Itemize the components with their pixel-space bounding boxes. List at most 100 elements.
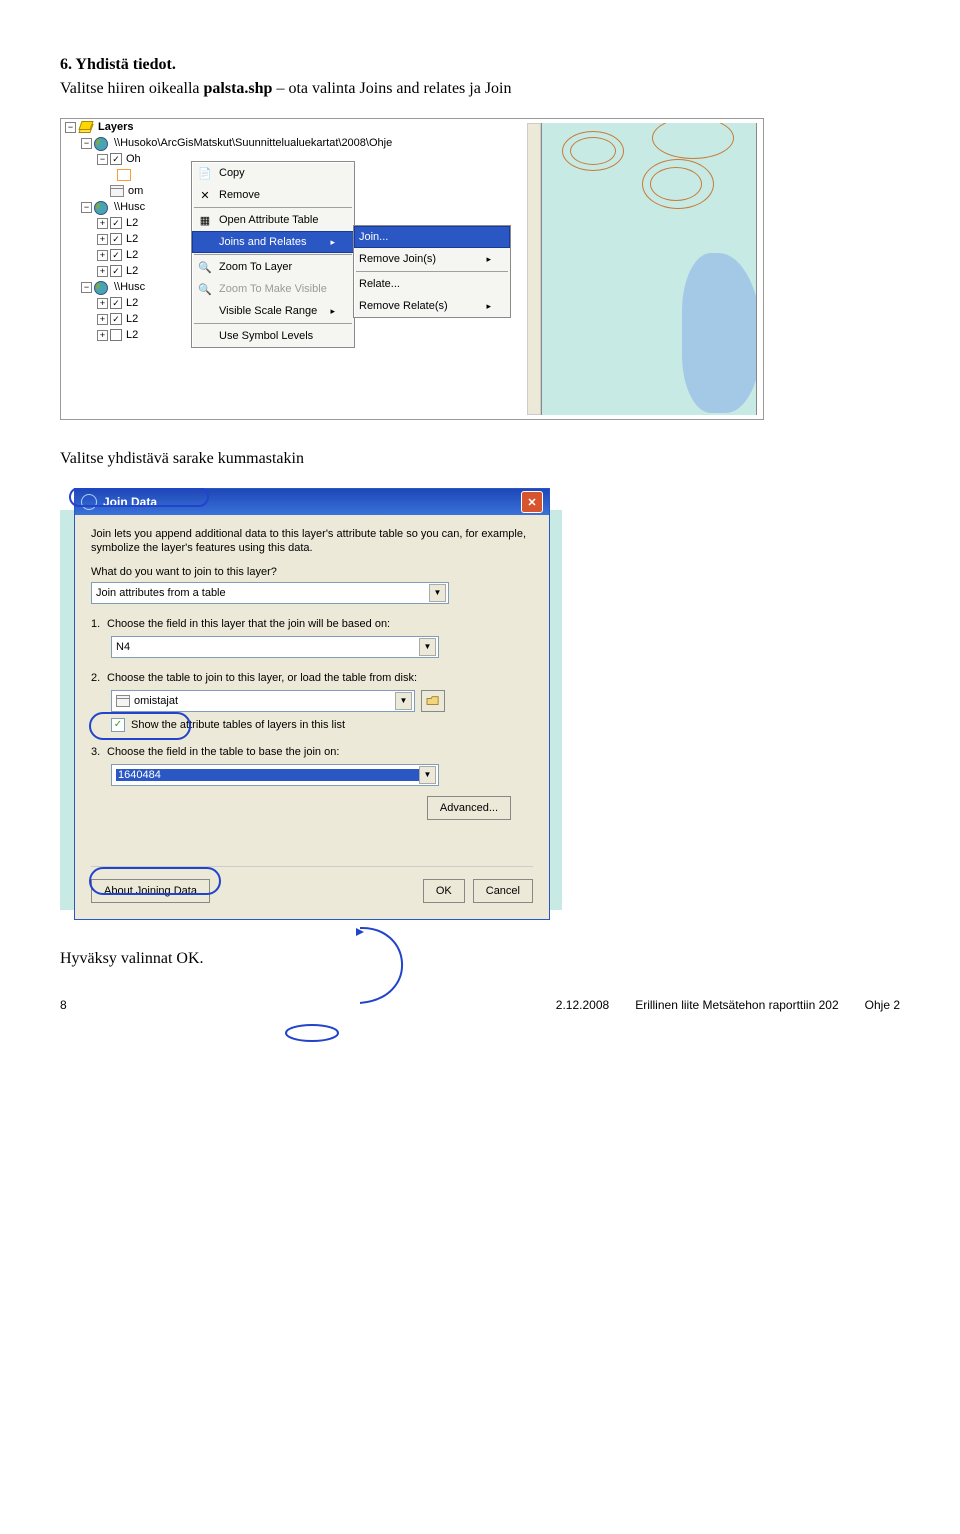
chevron-down-icon[interactable]: ▼ [395, 692, 412, 710]
submenu-item-remove-relate[interactable]: Remove Relate(s) [354, 295, 510, 317]
toc-l2-label: L2 [124, 329, 138, 341]
expand-icon[interactable] [97, 154, 108, 165]
combo-value: Join attributes from a table [96, 587, 429, 599]
context-menu: 📄 Copy ✕Remove ▦Open Attribute Table Join… [191, 161, 355, 348]
submenu-item-join[interactable]: Join... [354, 226, 510, 248]
menu-separator [194, 254, 352, 255]
approve-paragraph: Hyväksy valinnat OK. [60, 950, 900, 968]
footer-guide: Ohje 2 [865, 998, 900, 1012]
checkbox-icon[interactable] [110, 153, 122, 165]
expand-icon[interactable] [97, 234, 108, 245]
expand-icon[interactable] [97, 266, 108, 277]
join-dialog: Join Data ✕ Join lets you append additio… [74, 488, 550, 920]
menu-label: Open Attribute Table [219, 214, 318, 226]
checkbox-icon[interactable] [110, 217, 122, 229]
intro-text-1: Valitse hiiren oikealla [60, 80, 204, 97]
combo-value: 1640484 [116, 769, 419, 781]
table-icon [110, 185, 124, 197]
symbol-swatch-icon [117, 169, 131, 181]
checkbox-icon[interactable] [110, 233, 122, 245]
zoom-layer-icon: 🔍 [197, 259, 213, 275]
menu-label: Relate... [359, 278, 400, 290]
footer-date: 2.12.2008 [556, 998, 609, 1012]
show-attr-label: Show the attribute tables of layers in t… [131, 719, 345, 731]
toc-layers-root[interactable]: Layers [61, 119, 523, 135]
menu-label: Use Symbol Levels [219, 330, 313, 342]
about-joining-button[interactable]: About Joining Data [91, 879, 210, 903]
checkbox-icon[interactable] [110, 329, 122, 341]
toc-group-1[interactable]: \\Husoko\ArcGisMatskut\Suunnittelualueka… [61, 135, 523, 151]
menu-separator [356, 271, 508, 272]
chevron-down-icon[interactable]: ▼ [419, 766, 436, 784]
menu-item-joins-relates[interactable]: Joins and Relates [192, 231, 354, 253]
menu-item-scale-range[interactable]: Visible Scale Range [192, 300, 354, 322]
join-dialog-screenshot: Join Data ✕ Join lets you append additio… [60, 488, 900, 920]
menu-item-zoom-layer[interactable]: 🔍Zoom To Layer [192, 256, 354, 278]
advanced-button[interactable]: Advanced... [427, 796, 511, 820]
toc-group-1-label: \\Husoko\ArcGisMatskut\Suunnittelualueka… [112, 137, 392, 149]
toc-layer-label: Oh [124, 153, 141, 165]
globe-icon [94, 200, 110, 214]
toc-l2-label: L2 [124, 297, 138, 309]
checkbox-icon[interactable] [110, 313, 122, 325]
chevron-down-icon[interactable]: ▼ [419, 638, 436, 656]
globe-icon [94, 280, 110, 294]
menu-label: Copy [219, 167, 245, 179]
map-preview [527, 119, 763, 419]
copy-icon: 📄 [197, 165, 213, 181]
toc-group-2-label: \\Husc [112, 201, 145, 213]
field-3-combo[interactable]: 1640484 ▼ [111, 764, 439, 786]
step-1: 1.Choose the field in this layer that th… [91, 618, 533, 658]
checkbox-icon[interactable] [110, 265, 122, 277]
table-combo[interactable]: omistajat ▼ [111, 690, 415, 712]
expand-icon[interactable] [97, 250, 108, 261]
field-1-combo[interactable]: N4 ▼ [111, 636, 439, 658]
menu-label: Remove Relate(s) [359, 300, 448, 312]
checkbox-icon[interactable] [110, 249, 122, 261]
menu-separator [194, 207, 352, 208]
open-folder-icon [426, 695, 440, 707]
toc-table-label: om [126, 185, 143, 197]
expand-icon[interactable] [97, 330, 108, 341]
mid-paragraph: Valitse yhdistävä sarake kummastakin [60, 450, 900, 468]
menu-separator [194, 323, 352, 324]
expand-icon[interactable] [81, 282, 92, 293]
menu-item-open-attribute[interactable]: ▦Open Attribute Table [192, 209, 354, 231]
expand-icon[interactable] [97, 218, 108, 229]
menu-label: Remove Join(s) [359, 253, 436, 265]
dialog-icon [81, 494, 97, 510]
globe-icon [94, 136, 110, 150]
expand-icon[interactable] [97, 298, 108, 309]
checkbox-icon[interactable] [110, 297, 122, 309]
expand-icon[interactable] [97, 314, 108, 325]
step-1-text: Choose the field in this layer that the … [107, 618, 390, 630]
expand-icon[interactable] [65, 122, 76, 133]
expand-icon[interactable] [81, 138, 92, 149]
submenu-item-remove-join[interactable]: Remove Join(s) [354, 248, 510, 270]
toc-l2-label: L2 [124, 265, 138, 277]
menu-item-copy[interactable]: 📄 Copy [192, 162, 354, 184]
menu-label: Zoom To Make Visible [219, 283, 327, 295]
scrollbar[interactable] [527, 123, 541, 415]
step-2-text: Choose the table to join to this layer, … [107, 672, 417, 684]
toc-l2-label: L2 [124, 313, 138, 325]
show-attr-checkbox[interactable] [111, 718, 125, 732]
page-number: 8 [60, 998, 67, 1012]
expand-icon[interactable] [81, 202, 92, 213]
open-file-button[interactable] [421, 690, 445, 712]
dialog-titlebar: Join Data ✕ [75, 489, 549, 515]
menu-item-symbol-levels[interactable]: Use Symbol Levels [192, 325, 354, 347]
close-button[interactable]: ✕ [521, 491, 543, 513]
menu-label: Join... [359, 231, 388, 243]
join-type-combo[interactable]: Join attributes from a table ▼ [91, 582, 449, 604]
step-3: 3.Choose the field in the table to base … [91, 746, 533, 786]
chevron-down-icon[interactable]: ▼ [429, 584, 446, 602]
menu-item-remove[interactable]: ✕Remove [192, 184, 354, 206]
intro-paragraph: Valitse hiiren oikealla palsta.shp – ota… [60, 80, 900, 98]
submenu-item-relate[interactable]: Relate... [354, 273, 510, 295]
ok-button[interactable]: OK [423, 879, 465, 903]
zoom-visible-icon: 🔍 [197, 281, 213, 297]
cancel-button[interactable]: Cancel [473, 879, 533, 903]
blank-icon [197, 234, 213, 250]
toc-l2-label: L2 [124, 249, 138, 261]
